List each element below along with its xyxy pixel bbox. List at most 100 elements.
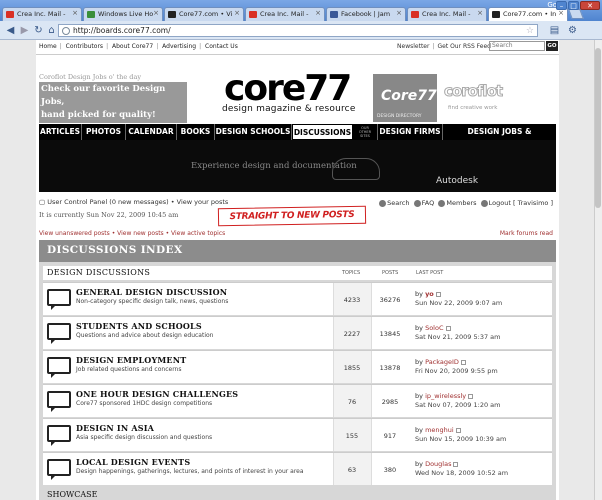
wrench-icon[interactable]: ⚙: [566, 24, 579, 37]
core77-logo[interactable]: core77: [224, 71, 352, 107]
view-latest-icon[interactable]: [445, 325, 451, 331]
link-about[interactable]: About Core77: [112, 43, 153, 50]
go-button[interactable]: GO: [546, 41, 558, 51]
view-latest-icon[interactable]: [455, 427, 461, 433]
forum-row[interactable]: DESIGN IN ASIA Asia specific design disc…: [43, 418, 552, 451]
author-link[interactable]: PackageID: [425, 358, 459, 366]
link-contact[interactable]: Contact Us: [205, 43, 238, 50]
link-advertising[interactable]: Advertising: [162, 43, 196, 50]
forum-row[interactable]: DESIGN EMPLOYMENT Job related questions …: [43, 350, 552, 383]
forum-posts: 380: [383, 466, 397, 474]
unanswered-link[interactable]: View unanswered posts: [39, 230, 110, 237]
search-link[interactable]: Search: [387, 199, 409, 207]
last-post-author: by Douglas: [415, 460, 459, 468]
forum-row[interactable]: LOCAL DESIGN EVENTS Design happenings, g…: [43, 452, 552, 485]
forum-panel: DESIGN DISCUSSIONS TOPICS POSTS LAST POS…: [39, 262, 556, 500]
view-latest-icon[interactable]: [460, 359, 466, 365]
page-menu-icon[interactable]: ▤: [548, 24, 561, 37]
ucp-link[interactable]: User Control Panel: [47, 198, 107, 206]
tab-label: Crea Inc. Mail -: [17, 10, 66, 18]
window-close-icon[interactable]: ✕: [580, 1, 600, 10]
last-post-author: by ip_wirelessly: [415, 392, 474, 400]
forum-posts: 13878: [379, 364, 401, 372]
bookmark-star-icon[interactable]: ☆: [526, 25, 534, 37]
author-link[interactable]: ip_wirelessly: [425, 392, 466, 400]
forum-name[interactable]: DESIGN EMPLOYMENT: [76, 355, 186, 365]
nav-design-schools[interactable]: DESIGN SCHOOLS: [215, 124, 292, 140]
forum-bubble-icon: [47, 425, 71, 446]
autodesk-banner[interactable]: Experience design and documentation Auto…: [39, 140, 556, 192]
link-home[interactable]: Home: [39, 43, 57, 50]
view-latest-icon[interactable]: [453, 461, 459, 467]
link-newsletter[interactable]: Newsletter: [397, 43, 429, 50]
browser-tab[interactable]: Crea Inc. Mail - ×: [245, 7, 325, 21]
members-link[interactable]: Members: [446, 199, 476, 207]
gmail-icon: [6, 11, 14, 18]
nav-photos[interactable]: PHOTOS: [82, 124, 126, 140]
close-icon[interactable]: ×: [315, 9, 321, 17]
forum-name[interactable]: STUDENTS AND SCHOOLS: [76, 321, 202, 331]
nav-other-sites[interactable]: OUR OTHER SITES: [356, 126, 374, 138]
nav-discussions[interactable]: DISCUSSIONS: [292, 124, 353, 140]
coroflot-ad[interactable]: coroflot find creative work: [443, 74, 514, 122]
forum-row[interactable]: GENERAL DESIGN DISCUSSION Non-category s…: [43, 282, 552, 315]
close-icon[interactable]: ×: [396, 9, 402, 17]
back-icon[interactable]: ◀: [4, 24, 17, 37]
tab-label: Core77.com • In: [503, 10, 557, 18]
minimize-icon[interactable]: –: [556, 1, 567, 10]
browser-tab[interactable]: Core77.com • Vi ×: [164, 7, 244, 21]
author-link[interactable]: yo: [425, 290, 434, 298]
view-your-posts-link[interactable]: View your posts: [177, 198, 229, 206]
nav-articles[interactable]: ARTICLES: [39, 124, 82, 140]
link-contributors[interactable]: Contributors: [66, 43, 103, 50]
view-latest-icon[interactable]: [468, 393, 474, 399]
logout-link[interactable]: Logout [ Travisimo ]: [489, 199, 553, 207]
forum-name[interactable]: GENERAL DESIGN DISCUSSION: [76, 287, 227, 297]
col-posts: POSTS: [382, 270, 399, 276]
nav-design-jobs[interactable]: DESIGN JOBS & PORTFOLIOS: [443, 124, 556, 152]
faq-link[interactable]: FAQ: [422, 199, 435, 207]
browser-tab[interactable]: Crea Inc. Mail - ×: [2, 7, 82, 21]
nav-design-firms[interactable]: DESIGN FIRMS: [377, 124, 443, 140]
browser-tab[interactable]: Facebook | Jam ×: [326, 7, 406, 21]
facebook-icon: [330, 11, 338, 18]
link-rss[interactable]: Get Our RSS Feed: [437, 43, 491, 50]
forward-icon[interactable]: ▶: [18, 24, 31, 37]
author-link[interactable]: menghui: [425, 426, 454, 434]
author-link[interactable]: SoloC: [425, 324, 443, 332]
page-viewport: Home | Contributors | About Core77 | Advert…: [0, 40, 602, 500]
nav-books[interactable]: BOOKS: [177, 124, 215, 140]
home-icon[interactable]: ⌂: [45, 24, 58, 37]
author-link[interactable]: Douglas: [425, 460, 451, 468]
browser-tab[interactable]: Crea Inc. Mail - ×: [407, 7, 487, 21]
scrollbar-thumb[interactable]: [595, 48, 601, 208]
address-bar[interactable]: http://boards.core77.com/ ☆: [58, 24, 538, 37]
close-icon[interactable]: ×: [72, 9, 78, 17]
logout-icon: [480, 199, 488, 207]
mark-forums-read-link[interactable]: Mark forums read: [500, 230, 553, 237]
user-links: ▢ User Control Panel (0 new messages) • …: [39, 198, 229, 206]
reload-icon[interactable]: ↻: [32, 24, 45, 37]
straight-to-new-posts-button[interactable]: STRAIGHT TO NEW POSTS: [217, 205, 367, 227]
nav-calendar[interactable]: CALENDAR: [126, 124, 177, 140]
close-icon[interactable]: ×: [153, 9, 159, 17]
site-search-input[interactable]: Search: [489, 41, 545, 51]
forum-row[interactable]: ONE HOUR DESIGN CHALLENGES Core77 sponso…: [43, 384, 552, 417]
forum-name[interactable]: ONE HOUR DESIGN CHALLENGES: [76, 389, 238, 399]
tab-label: Core77.com • Vi: [179, 10, 233, 18]
forum-name[interactable]: DESIGN IN ASIA: [76, 423, 154, 433]
close-icon[interactable]: ×: [477, 9, 483, 17]
forum-row[interactable]: STUDENTS AND SCHOOLS Questions and advic…: [43, 316, 552, 349]
new-posts-link[interactable]: View new posts: [117, 230, 164, 237]
forum-bubble-icon: [47, 391, 71, 412]
core77-directory-ad[interactable]: Core77 DESIGN DIRECTORY: [373, 74, 437, 122]
close-icon[interactable]: ×: [234, 9, 240, 17]
browser-tab[interactable]: Windows Live Ho ×: [83, 7, 163, 21]
forum-bubble-icon: [47, 357, 71, 378]
jobs-promo[interactable]: Check our favorite Design Jobs, hand pic…: [39, 82, 187, 123]
maximize-icon[interactable]: □: [568, 1, 579, 10]
forum-name[interactable]: LOCAL DESIGN EVENTS: [76, 457, 190, 467]
active-topics-link[interactable]: View active topics: [171, 230, 225, 237]
view-latest-icon[interactable]: [435, 291, 441, 297]
new-messages-link[interactable]: (0 new messages): [109, 198, 168, 206]
